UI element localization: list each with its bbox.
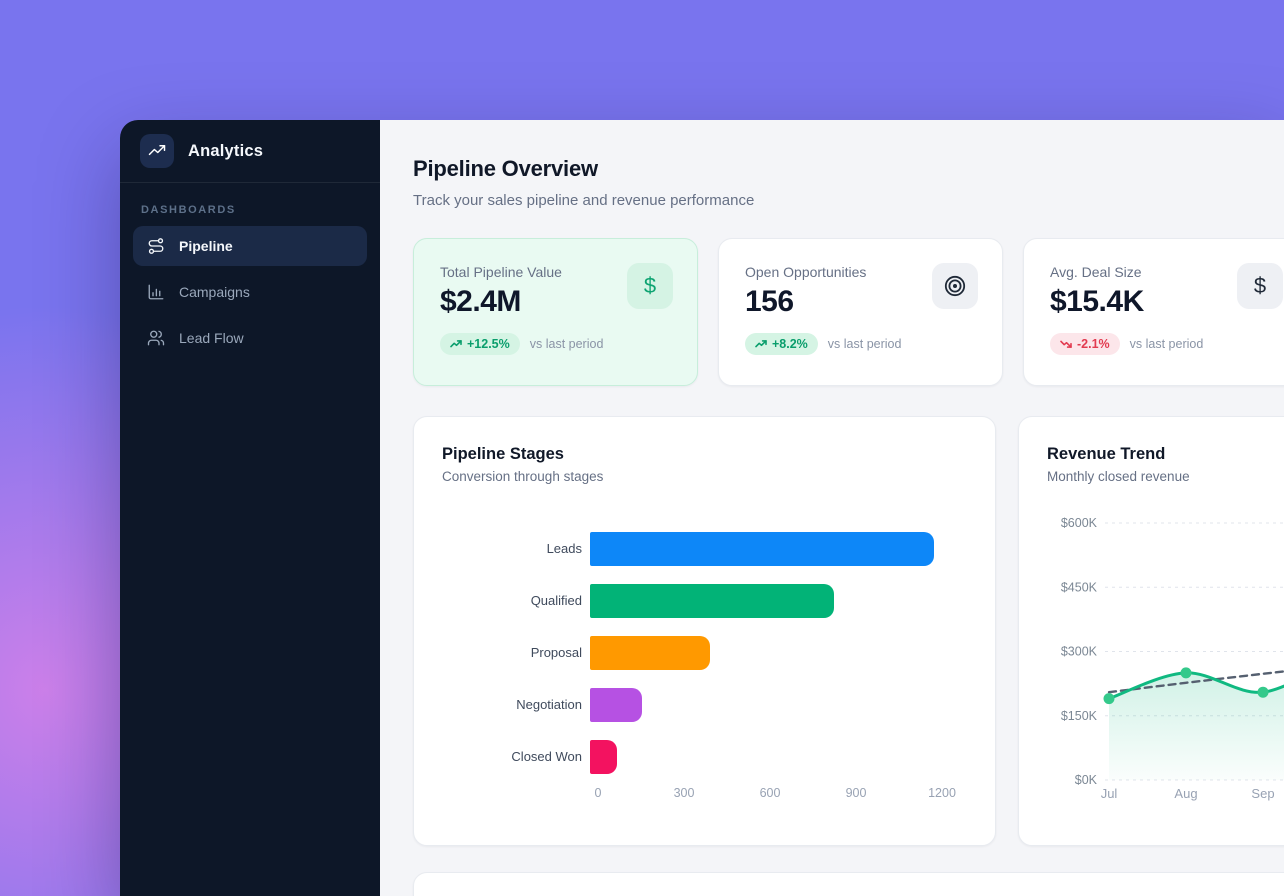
y-tick-label: $300K bbox=[1061, 645, 1098, 659]
stage-bar-negotiation bbox=[590, 688, 642, 722]
stage-row: Qualified bbox=[414, 575, 995, 627]
chart-title: Revenue Trend bbox=[1047, 445, 1284, 464]
x-tick-label: 1200 bbox=[928, 786, 956, 800]
trending-up-icon bbox=[755, 338, 767, 350]
route-icon bbox=[147, 237, 165, 255]
stage-bar-track bbox=[590, 584, 950, 618]
kpi-comparison: vs last period bbox=[1130, 337, 1204, 351]
target-icon bbox=[932, 263, 978, 309]
y-tick-label: $150K bbox=[1061, 709, 1098, 723]
kpi-card-total-pipeline-value: Total Pipeline Value $2.4M +12.5% vs las… bbox=[413, 238, 698, 386]
stage-bar-track bbox=[590, 688, 950, 722]
stage-bar-qualified bbox=[590, 584, 834, 618]
trending-up-icon bbox=[140, 134, 174, 168]
kpi-row: Total Pipeline Value $2.4M +12.5% vs las… bbox=[413, 238, 1284, 386]
kpi-comparison: vs last period bbox=[530, 337, 604, 351]
page-title: Pipeline Overview bbox=[413, 155, 1284, 182]
users-icon bbox=[147, 329, 165, 347]
stage-bar-track bbox=[590, 532, 950, 566]
stage-label: Negotiation bbox=[414, 697, 590, 713]
dollar-icon: $ bbox=[627, 263, 673, 309]
sidebar: Analytics DASHBOARDS Pipeline Campaigns bbox=[120, 120, 380, 896]
chart-title: Pipeline Stages bbox=[442, 445, 967, 464]
stage-label: Closed Won bbox=[414, 749, 590, 765]
main-content: Pipeline Overview Track your sales pipel… bbox=[380, 120, 1284, 896]
stage-row: Proposal bbox=[414, 627, 995, 679]
pipeline-stages-axis: 03006009001200 bbox=[598, 786, 942, 802]
sidebar-nav: Pipeline Campaigns Lead Flow bbox=[120, 226, 380, 358]
brand-name: Analytics bbox=[188, 142, 263, 161]
trending-down-icon bbox=[1060, 338, 1072, 350]
chart-subtitle: Conversion through stages bbox=[442, 469, 967, 484]
kpi-card-avg-deal-size: Avg. Deal Size $15.4K -2.1% vs last peri… bbox=[1023, 238, 1284, 386]
y-tick-label: $450K bbox=[1061, 580, 1098, 594]
pipeline-stages-rows: Leads Qualified Proposal Negotiation Closed … bbox=[414, 523, 995, 783]
y-tick-label: $0K bbox=[1075, 773, 1098, 787]
x-tick-label: Sep bbox=[1251, 786, 1274, 801]
stage-row: Negotiation bbox=[414, 679, 995, 731]
stage-bar-proposal bbox=[590, 636, 710, 670]
stage-label: Qualified bbox=[414, 593, 590, 609]
y-tick-label: $600K bbox=[1061, 516, 1098, 530]
stage-bar-track bbox=[590, 636, 950, 670]
x-tick-label: 0 bbox=[595, 786, 602, 800]
sidebar-item-label: Lead Flow bbox=[179, 330, 244, 346]
sidebar-item-campaigns[interactable]: Campaigns bbox=[133, 272, 367, 312]
stage-bar-track bbox=[590, 740, 950, 774]
stage-label: Leads bbox=[414, 541, 590, 557]
x-tick-label: 900 bbox=[846, 786, 867, 800]
bottom-card bbox=[413, 872, 1284, 896]
pipeline-stages-card: Pipeline Stages Conversion through stage… bbox=[413, 416, 996, 846]
stage-bar-closed-won bbox=[590, 740, 617, 774]
page-subtitle: Track your sales pipeline and revenue pe… bbox=[413, 190, 1284, 211]
dollar-icon: $ bbox=[1237, 263, 1283, 309]
kpi-card-open-opportunities: Open Opportunities 156 +8.2% vs last per… bbox=[718, 238, 1003, 386]
sidebar-item-label: Pipeline bbox=[179, 238, 233, 254]
delta-badge: +12.5% bbox=[440, 333, 520, 355]
app-window: Analytics DASHBOARDS Pipeline Campaigns bbox=[120, 120, 1284, 896]
stage-bar-leads bbox=[590, 532, 934, 566]
revenue-trend-card: Revenue Trend Monthly closed revenue $0K… bbox=[1018, 416, 1284, 846]
sidebar-item-lead-flow[interactable]: Lead Flow bbox=[133, 318, 367, 358]
x-tick-label: 300 bbox=[674, 786, 695, 800]
stage-row: Leads bbox=[414, 523, 995, 575]
divider bbox=[120, 182, 380, 183]
x-tick-label: Aug bbox=[1174, 786, 1197, 801]
x-tick-label: Jul bbox=[1101, 786, 1118, 801]
revenue-point bbox=[1104, 693, 1115, 704]
trending-up-icon bbox=[450, 338, 462, 350]
section-label: DASHBOARDS bbox=[141, 204, 380, 216]
chart-column-icon bbox=[147, 283, 165, 301]
stage-row: Closed Won bbox=[414, 731, 995, 783]
revenue-point bbox=[1258, 687, 1269, 698]
x-tick-label: 600 bbox=[760, 786, 781, 800]
kpi-comparison: vs last period bbox=[828, 337, 902, 351]
delta-badge: -2.1% bbox=[1050, 333, 1120, 355]
charts-row: Pipeline Stages Conversion through stage… bbox=[413, 416, 1284, 846]
sidebar-item-label: Campaigns bbox=[179, 284, 250, 300]
delta-badge: +8.2% bbox=[745, 333, 818, 355]
brand: Analytics bbox=[120, 120, 380, 182]
stage-label: Proposal bbox=[414, 645, 590, 661]
revenue-point bbox=[1181, 667, 1192, 678]
sidebar-item-pipeline[interactable]: Pipeline bbox=[133, 226, 367, 266]
chart-subtitle: Monthly closed revenue bbox=[1047, 469, 1284, 484]
